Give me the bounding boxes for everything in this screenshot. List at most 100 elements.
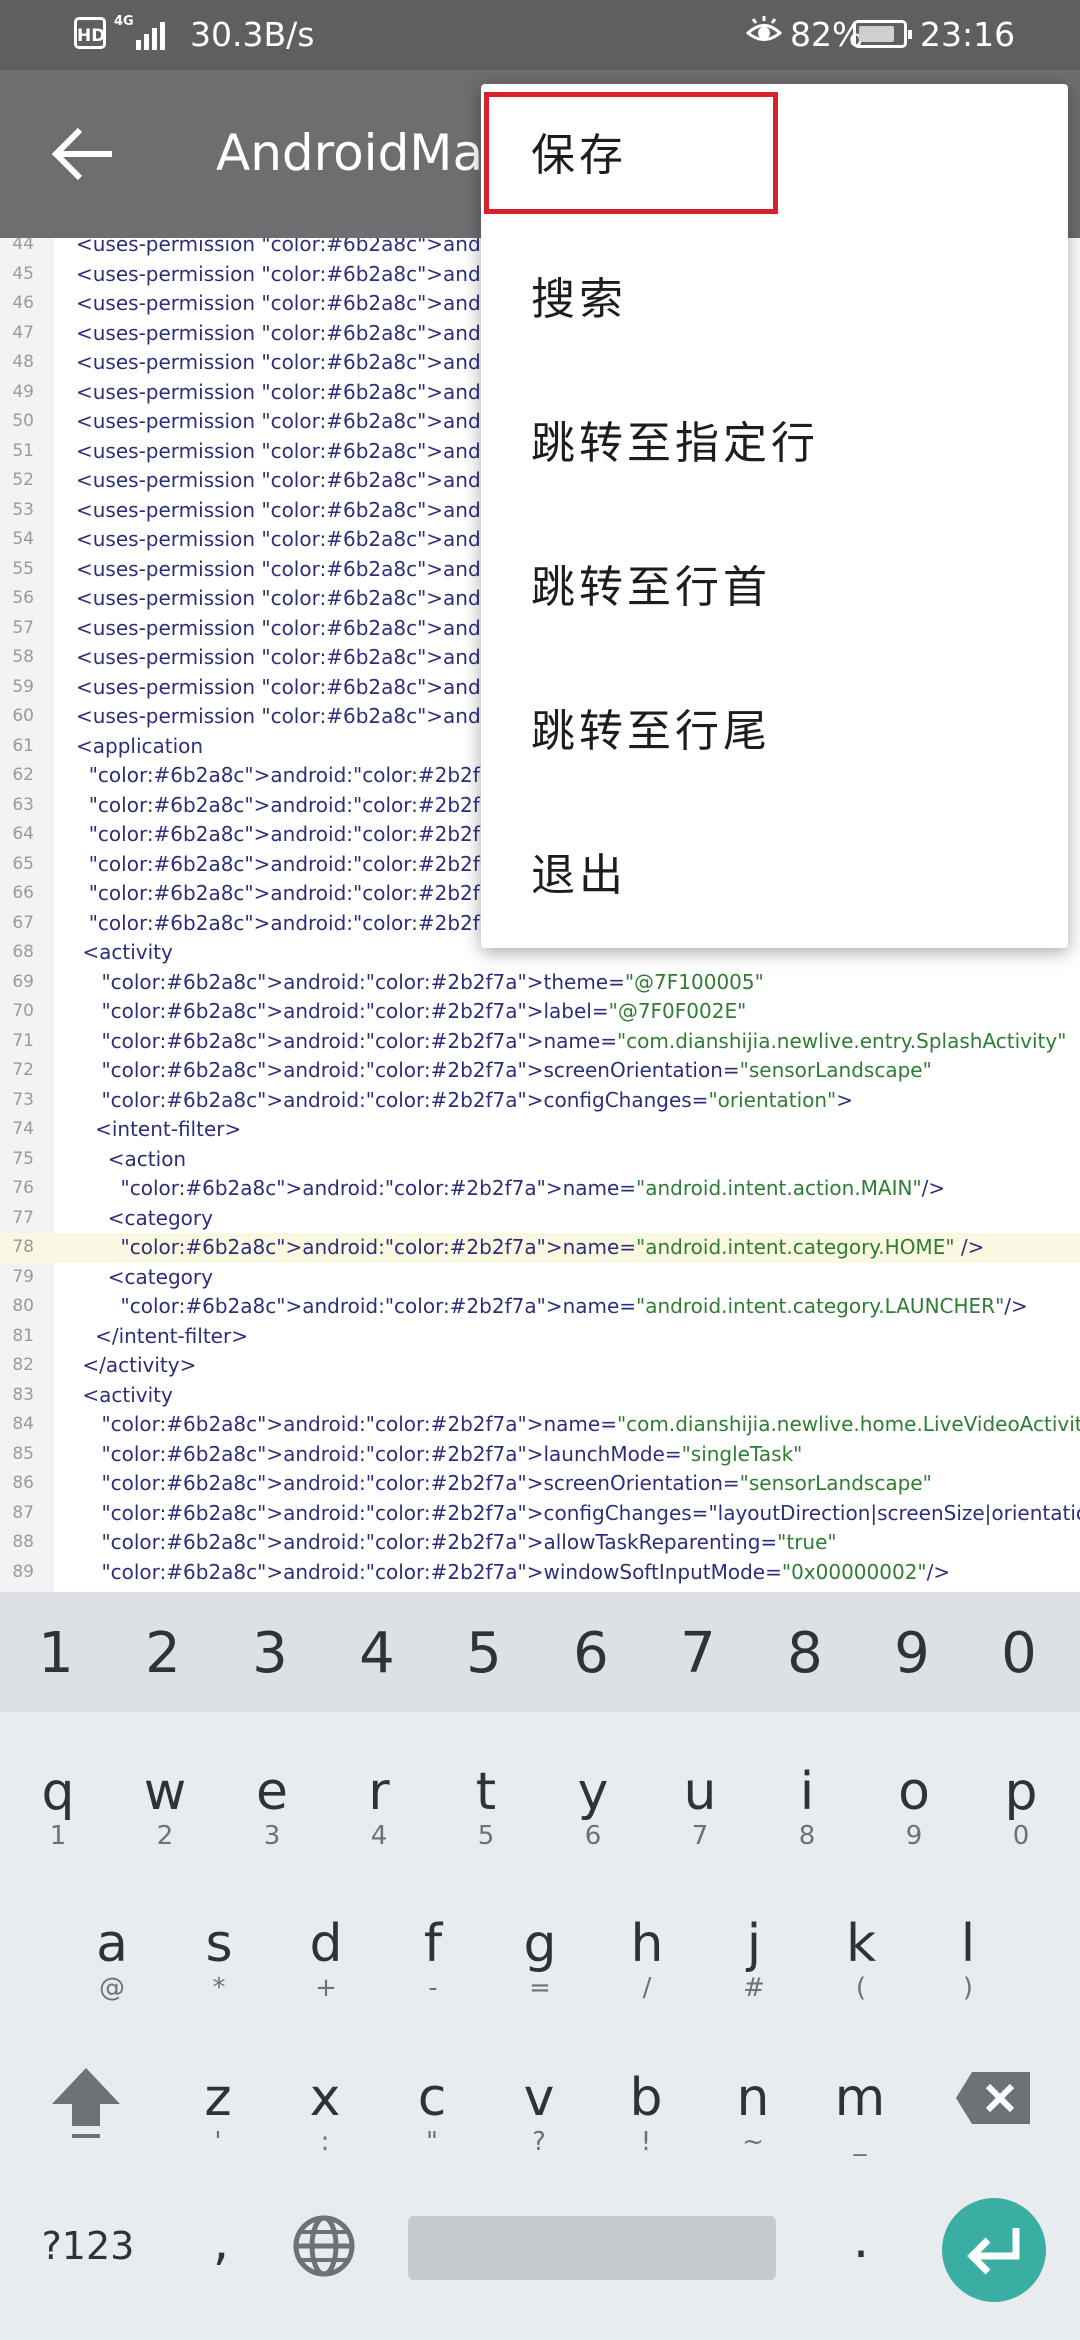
menu-item-goto-line-start[interactable]: 跳转至行首 [481, 516, 1068, 660]
key-u[interactable]: u7 [660, 1762, 740, 1850]
line-number: 88 [12, 1532, 34, 1552]
code-line[interactable]: 88 "color:#6b2a8c">android:"color:#2b2f7… [0, 1528, 1080, 1558]
code-line[interactable]: 69 "color:#6b2a8c">android:"color:#2b2f7… [0, 968, 1080, 998]
key-secondary: : [320, 2127, 330, 2157]
key-secondary: 0 [1012, 1821, 1030, 1851]
line-number: 57 [12, 617, 34, 638]
line-number: 62 [12, 765, 34, 785]
number-key-5[interactable]: 5 [448, 1622, 520, 1686]
code-line[interactable]: 79 <category [0, 1263, 1080, 1293]
period-key[interactable]: . [836, 2210, 886, 2270]
comma-key[interactable]: , [196, 2212, 246, 2272]
shift-key-icon[interactable] [46, 2062, 126, 2142]
key-secondary: @ [99, 1973, 125, 2003]
key-o[interactable]: o9 [874, 1762, 954, 1850]
menu-item-goto-line-end[interactable]: 跳转至行尾 [481, 660, 1068, 804]
code-line[interactable]: 89 "color:#6b2a8c">android:"color:#2b2f7… [0, 1558, 1080, 1588]
key-x[interactable]: x: [285, 2068, 365, 2156]
key-h[interactable]: h / [607, 1914, 687, 2002]
key-l[interactable]: l) [928, 1914, 1008, 2002]
number-key-4[interactable]: 4 [341, 1622, 413, 1686]
code-line[interactable]: 74 <intent-filter> [0, 1115, 1080, 1145]
code-line[interactable]: 83 <activity [0, 1381, 1080, 1411]
menu-item-goto-line[interactable]: 跳转至指定行 [481, 372, 1068, 516]
key-j[interactable]: j # [714, 1914, 794, 2002]
key-r[interactable]: r4 [339, 1762, 419, 1850]
number-key-6[interactable]: 6 [555, 1622, 627, 1686]
key-d[interactable]: d + [286, 1914, 366, 2002]
globe-icon[interactable] [292, 2214, 356, 2278]
back-arrow-icon[interactable] [48, 126, 120, 182]
enter-key[interactable] [942, 2198, 1046, 2302]
code-line[interactable]: 78 "color:#6b2a8c">android:"color:#2b2f7… [0, 1233, 1080, 1263]
key-c[interactable]: c " [392, 2068, 472, 2156]
number-key-0[interactable]: 0 [983, 1622, 1055, 1686]
key-w[interactable]: w2 [125, 1762, 205, 1850]
code-line[interactable]: 71 "color:#6b2a8c">android:"color:#2b2f7… [0, 1027, 1080, 1057]
code-line[interactable]: 72 "color:#6b2a8c">android:"color:#2b2f7… [0, 1056, 1080, 1086]
number-key-2[interactable]: 2 [127, 1622, 199, 1686]
line-number: 69 [12, 971, 34, 992]
key-q[interactable]: q1 [18, 1762, 98, 1850]
key-letter: l [960, 1914, 976, 1974]
number-key-9[interactable]: 9 [876, 1622, 948, 1686]
key-letter: i [799, 1762, 815, 1822]
code-line[interactable]: 87 "color:#6b2a8c">android:"color:#2b2f7… [0, 1499, 1080, 1529]
code-line[interactable]: 85 "color:#6b2a8c">android:"color:#2b2f7… [0, 1440, 1080, 1470]
key-m[interactable]: m _ [820, 2068, 900, 2156]
menu-item-search[interactable]: 搜索 [481, 228, 1068, 372]
key-e[interactable]: e3 [232, 1762, 312, 1850]
network-type: 4G [114, 14, 134, 29]
key-s[interactable]: s * [179, 1914, 259, 2002]
space-bar[interactable] [408, 2216, 776, 2280]
code-line[interactable]: 77 <category [0, 1204, 1080, 1234]
line-number: 73 [12, 1089, 34, 1110]
line-number: 81 [12, 1325, 34, 1346]
line-number: 58 [12, 647, 34, 667]
key-g[interactable]: g = [500, 1914, 580, 2002]
symbols-key[interactable]: ?123 [28, 2216, 148, 2276]
key-secondary: ? [532, 2127, 546, 2157]
line-number: 84 [12, 1414, 34, 1434]
key-k[interactable]: k( [821, 1914, 901, 2002]
code-line[interactable]: 86 "color:#6b2a8c">android:"color:#2b2f7… [0, 1469, 1080, 1499]
code-line[interactable]: 81 </intent-filter> [0, 1322, 1080, 1352]
code-text: "color:#6b2a8c">android:"color:#2b2f7a">… [101, 1530, 837, 1554]
code-line[interactable]: 76 "color:#6b2a8c">android:"color:#2b2f7… [0, 1174, 1080, 1204]
key-p[interactable]: p0 [981, 1762, 1061, 1850]
code-line[interactable]: 80 "color:#6b2a8c">android:"color:#2b2f7… [0, 1292, 1080, 1322]
key-v[interactable]: v? [499, 2068, 579, 2156]
key-z[interactable]: z ' [178, 2068, 258, 2156]
key-i[interactable]: i8 [767, 1762, 847, 1850]
line-number: 51 [12, 440, 34, 461]
line-number: 55 [12, 558, 34, 579]
code-line[interactable]: 84 "color:#6b2a8c">android:"color:#2b2f7… [0, 1410, 1080, 1440]
key-secondary: # [743, 1973, 765, 2003]
key-f[interactable]: f- [393, 1914, 473, 2002]
key-letter: k [845, 1914, 877, 1974]
number-key-3[interactable]: 3 [234, 1622, 306, 1686]
key-secondary: ~ [742, 2127, 764, 2157]
key-letter: g [523, 1914, 557, 1974]
key-b[interactable]: b! [606, 2068, 686, 2156]
number-key-7[interactable]: 7 [662, 1622, 734, 1686]
code-line[interactable]: 75 <action [0, 1145, 1080, 1175]
key-n[interactable]: n ~ [713, 2068, 793, 2156]
status-bar: HD 4G 30.3B/s 82% 23:16 [0, 0, 1080, 70]
menu-item-exit[interactable]: 退出 [481, 804, 1068, 948]
line-number: 87 [12, 1502, 34, 1523]
number-key-8[interactable]: 8 [769, 1622, 841, 1686]
backspace-key-icon[interactable] [954, 2068, 1034, 2128]
line-number: 52 [12, 470, 34, 490]
key-t[interactable]: t5 [446, 1762, 526, 1850]
code-line[interactable]: 82 </activity> [0, 1351, 1080, 1381]
line-number: 47 [12, 322, 34, 343]
code-line[interactable]: 73 "color:#6b2a8c">android:"color:#2b2f7… [0, 1086, 1080, 1116]
code-line[interactable]: 70 "color:#6b2a8c">android:"color:#2b2f7… [0, 997, 1080, 1027]
line-number: 80 [12, 1296, 34, 1316]
key-a[interactable]: a @ [72, 1914, 152, 2002]
number-key-1[interactable]: 1 [20, 1622, 92, 1686]
key-y[interactable]: y6 [553, 1762, 633, 1850]
key-secondary: 8 [798, 1821, 816, 1851]
line-number: 68 [12, 942, 34, 962]
